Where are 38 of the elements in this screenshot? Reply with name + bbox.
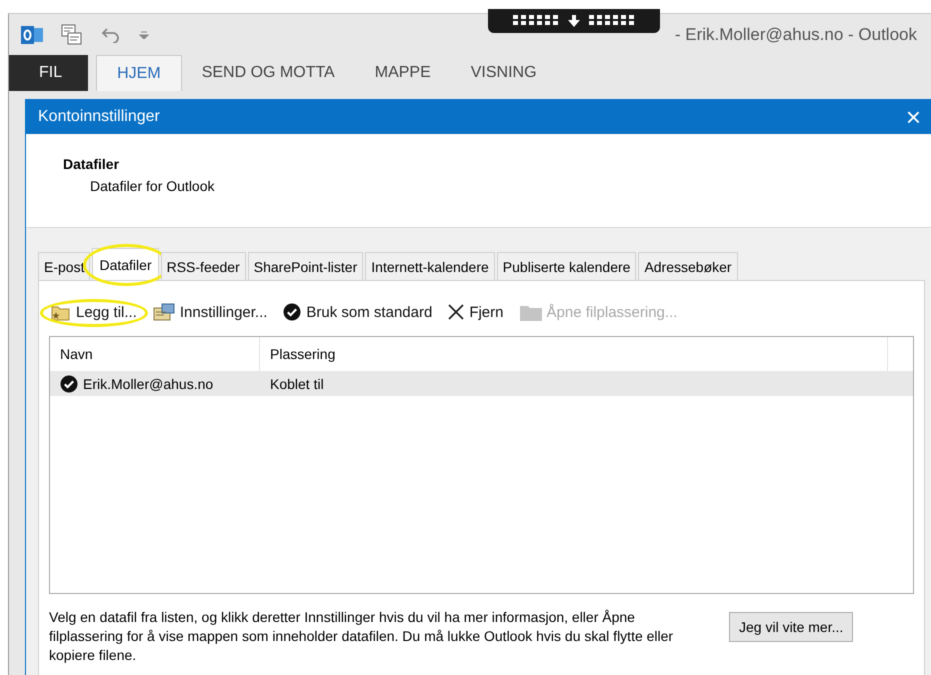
checkmark-circle-icon [283, 303, 302, 321]
tab[interactable]: E-post [38, 252, 90, 280]
tab[interactable]: Publiserte kalendere [496, 252, 636, 280]
undo-icon[interactable] [101, 26, 121, 42]
close-button[interactable]: × [906, 104, 921, 130]
folder-icon [520, 304, 542, 320]
toolbar-button[interactable]: Bruk som standard [281, 303, 434, 321]
overlay-toolbar[interactable] [488, 9, 660, 33]
grid-dots-icon [513, 15, 559, 27]
dropdown-icon[interactable] [139, 30, 149, 38]
toolbar-button[interactable]: Legg til... [49, 303, 139, 321]
section-subheading: Datafiler for Outlook [90, 178, 216, 194]
table-row[interactable]: Erik.Moller@ahus.no Koblet til [50, 371, 913, 396]
toolbar-button[interactable]: Innstillinger... [150, 303, 270, 321]
ribbon-tab[interactable]: VISNING [450, 55, 557, 91]
tab[interactable]: Datafiler [92, 248, 159, 280]
help-text: Velg en datafil fra listen, og klikk deretter Innstillinger hvis du vil ha mer informasjon, eller Åpne filplassering for å vise mappen som inneholder datafilen. Du må lukke Outlook hvis du skal flytte eller kopiere filene. [49, 608, 674, 665]
tab[interactable]: RSS-feeder [160, 252, 246, 280]
table-cell: Koblet til [270, 376, 324, 392]
down-arrow-icon [567, 15, 581, 27]
outlook-logo-icon [21, 24, 43, 44]
section-heading: Datafiler [63, 156, 120, 172]
learn-more-button[interactable]: Jeg vil vite mer... [729, 612, 854, 642]
tab[interactable]: SharePoint-lister [248, 252, 364, 280]
grid-dots-icon [589, 15, 635, 27]
tab[interactable]: Internett-kalendere [365, 252, 495, 280]
settings-icon [152, 303, 175, 321]
ribbon-tab[interactable]: MAPPE [354, 55, 451, 91]
send-receive-icon [61, 24, 83, 46]
close-icon [448, 304, 464, 320]
ribbon-tab[interactable]: HJEM [96, 55, 182, 91]
window-title: - Erik.Moller@ahus.no - Outlook [674, 24, 917, 44]
toolbar-button[interactable]: Fjern [446, 304, 506, 320]
table-cell: Erik.Moller@ahus.no [83, 376, 214, 392]
tab[interactable]: Adressebøker [638, 252, 738, 280]
dialog-title: Kontoinnstillinger [38, 108, 160, 126]
file-tab[interactable]: FIL [9, 55, 88, 91]
ribbon-tab[interactable]: SEND OG MOTTA [182, 55, 355, 91]
